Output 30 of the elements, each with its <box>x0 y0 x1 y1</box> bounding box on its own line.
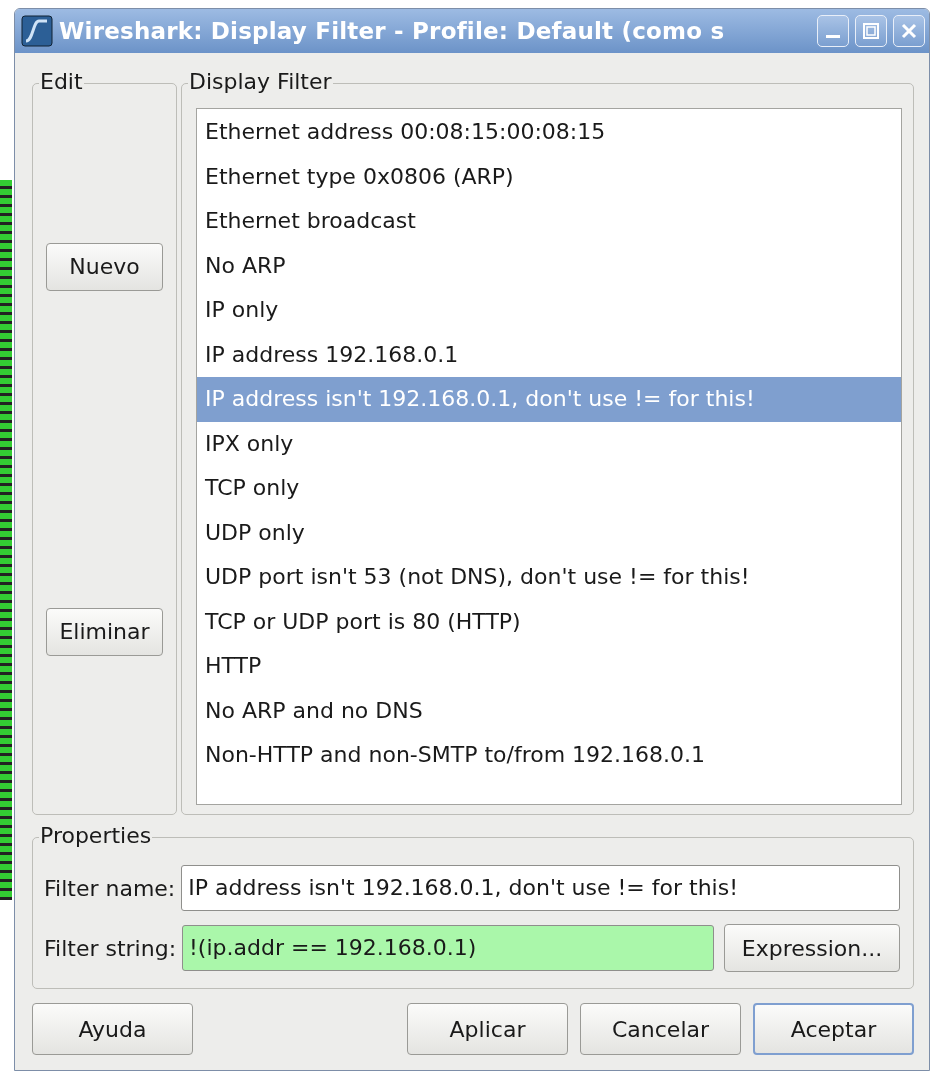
filter-list-item[interactable]: Ethernet address 00:08:15:00:08:15 <box>197 110 901 155</box>
filter-string-field[interactable]: !(ip.addr == 192.168.0.1) <box>182 925 714 971</box>
filter-name-field[interactable]: IP address isn't 192.168.0.1, don't use != for this! <box>181 865 900 911</box>
filter-list-item[interactable]: UDP port isn't 53 (not DNS), don't use != for this! <box>197 555 901 600</box>
filter-list-item[interactable]: IP only <box>197 288 901 333</box>
maximize-icon[interactable] <box>855 15 887 47</box>
dialog-button[interactable]: Ayuda <box>32 1003 193 1055</box>
window-title: Wireshark: Display Filter - Profile: Default (como s <box>59 18 726 44</box>
filter-list-item[interactable]: UDP only <box>197 510 901 555</box>
filter-list-item[interactable]: TCP or UDP port is 80 (HTTP) <box>197 599 901 644</box>
filter-list-item[interactable]: IPX only <box>197 421 901 466</box>
filter-list-item[interactable]: No ARP <box>197 243 901 288</box>
fin-icon <box>21 15 53 47</box>
filter-list-item[interactable]: IP address 192.168.0.1 <box>197 332 901 377</box>
field-label: Filter string: <box>44 935 177 961</box>
edit-button[interactable]: Eliminar <box>46 607 163 656</box>
filter-list-item[interactable]: TCP only <box>197 466 901 511</box>
filter-list-item[interactable]: Non-HTTP and non-SMTP to/from 192.168.0.1 <box>197 733 901 778</box>
filter-list-item[interactable]: HTTP <box>197 644 901 689</box>
close-icon[interactable] <box>893 15 925 47</box>
edit-button[interactable]: Nuevo <box>46 242 163 291</box>
dialog-button[interactable]: Cancelar <box>580 1003 741 1055</box>
field-label: Filter name: <box>44 875 176 901</box>
minimize-icon[interactable] <box>817 15 849 47</box>
expression-button[interactable]: Expression... <box>724 924 900 972</box>
filter-list-item[interactable]: No ARP and no DNS <box>197 688 901 733</box>
filter-list-item[interactable]: Ethernet type 0x0806 (ARP) <box>197 154 901 199</box>
dialog-button[interactable]: Aplicar <box>407 1003 568 1055</box>
dialog-button[interactable]: Aceptar <box>753 1003 914 1055</box>
filter-list-item[interactable]: Ethernet broadcast <box>197 199 901 244</box>
